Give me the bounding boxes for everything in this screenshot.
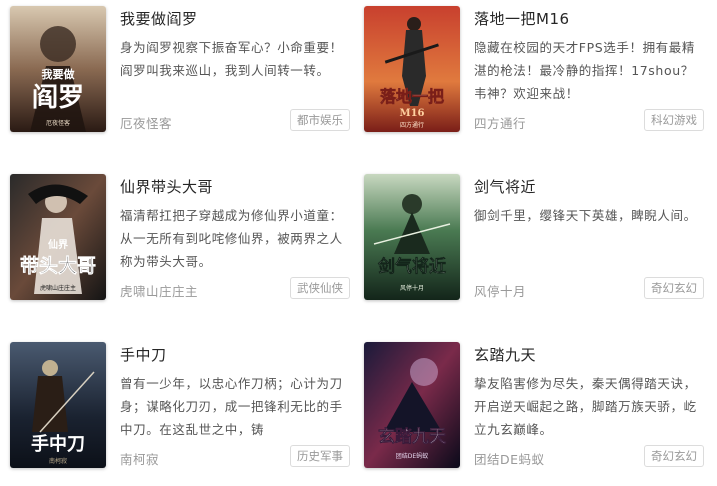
book-cover-image: 落地一把 M16 四方通行 (364, 6, 460, 132)
book-cover-image: 玄踏九天 团结DE蚂蚁 (364, 342, 460, 468)
book-card[interactable]: 我要做 阎罗 厄夜怪客 我要做阎罗 身为阎罗视察下振奋军心？小命重要！阎罗叫我来… (10, 6, 350, 136)
cover-author: 虎啸山庄庄主 (40, 284, 76, 292)
cover-author: 四方通行 (400, 121, 424, 129)
cover-title: 带头大哥 (20, 254, 96, 277)
book-cover[interactable]: 玄踏九天 团结DE蚂蚁 (364, 342, 460, 468)
book-description: 身为阎罗视察下振奋军心？小命重要！阎罗叫我来巡山，我到人间转一转。 (120, 40, 343, 78)
book-cover[interactable]: 落地一把 M16 四方通行 (364, 6, 460, 132)
book-card[interactable]: 玄踏九天 团结DE蚂蚁 玄踏九天 挚友陷害修为尽失，秦天偶得踏天诀，开启逆天崛起… (364, 342, 704, 472)
book-title[interactable]: 我要做阎罗 (120, 8, 198, 29)
cover-subtitle: M16 (400, 108, 425, 119)
book-author[interactable]: 虎啸山庄庄主 (120, 281, 198, 300)
cover-title: 手中刀 (31, 433, 85, 455)
book-description: 曾有一少年，以忠心作刀柄；心计为刀身；谋略化刀刃，成一把锋利无比的手中刀。在这乱… (120, 376, 343, 437)
cover-title: 玄踏九天 (378, 426, 447, 447)
book-card[interactable]: 剑气将近 风停十月 剑气将近 御剑千里，缨锋天下英雄，睥睨人间。 风停十月 奇幻… (364, 174, 704, 304)
book-cover-image: 剑气将近 风停十月 (364, 174, 460, 300)
book-description: 隐藏在校园的天才FPS选手！拥有最精湛的枪法！最冷静的指挥！17shou？韦神？… (474, 40, 695, 101)
book-category-tag[interactable]: 奇幻玄幻 (644, 445, 704, 467)
cover-title: 落地一把 (380, 87, 444, 106)
book-description: 御剑千里，缨锋天下英雄，睥睨人间。 (474, 208, 697, 223)
book-category-tag[interactable]: 科幻游戏 (644, 109, 704, 131)
book-author[interactable]: 风停十月 (474, 281, 526, 300)
book-title[interactable]: 剑气将近 (474, 176, 536, 197)
book-author[interactable]: 厄夜怪客 (120, 113, 172, 132)
cover-title: 剑气将近 (377, 256, 446, 277)
book-card[interactable]: 仙界 带头大哥 虎啸山庄庄主 仙界带头大哥 福清帮扛把子穿越成为修仙界小道童：从… (10, 174, 350, 304)
cover-title: 阎罗 (32, 83, 84, 113)
book-cover-image: 仙界 带头大哥 虎啸山庄庄主 (10, 174, 106, 300)
book-category-tag[interactable]: 奇幻玄幻 (644, 277, 704, 299)
book-description: 挚友陷害修为尽失，秦天偶得踏天诀，开启逆天崛起之路，脚踏万族天骄，屹立九玄巅峰。 (474, 376, 697, 437)
book-title[interactable]: 落地一把M16 (474, 8, 570, 29)
book-category-tag[interactable]: 武侠仙侠 (290, 277, 350, 299)
book-cover-image: 我要做 阎罗 厄夜怪客 (10, 6, 106, 132)
book-cover-image: 手中刀 南柯寂 (10, 342, 106, 468)
book-category-tag[interactable]: 都市娱乐 (290, 109, 350, 131)
cover-author: 团结DE蚂蚁 (396, 452, 428, 460)
cover-author: 风停十月 (400, 284, 424, 292)
book-title[interactable]: 仙界带头大哥 (120, 176, 213, 197)
book-cover[interactable]: 剑气将近 风停十月 (364, 174, 460, 300)
book-cover[interactable]: 我要做 阎罗 厄夜怪客 (10, 6, 106, 132)
book-description: 福清帮扛把子穿越成为修仙界小道童：从一无所有到叱咤修仙界，被两界之人称为带头大哥… (120, 208, 343, 269)
book-author[interactable]: 团结DE蚂蚁 (474, 449, 545, 468)
book-title[interactable]: 手中刀 (120, 344, 167, 365)
book-card[interactable]: 落地一把 M16 四方通行 落地一把M16 隐藏在校园的天才FPS选手！拥有最精… (364, 6, 704, 136)
book-grid: 我要做 阎罗 厄夜怪客 我要做阎罗 身为阎罗视察下振奋军心？小命重要！阎罗叫我来… (0, 0, 717, 486)
book-title[interactable]: 玄踏九天 (474, 344, 536, 365)
book-category-tag[interactable]: 历史军事 (290, 445, 350, 467)
book-author[interactable]: 四方通行 (474, 113, 526, 132)
book-author[interactable]: 南柯寂 (120, 449, 159, 468)
cover-author: 南柯寂 (49, 457, 67, 465)
cover-subtitle: 我要做 (42, 67, 76, 81)
book-card[interactable]: 手中刀 南柯寂 手中刀 曾有一少年，以忠心作刀柄；心计为刀身；谋略化刀刃，成一把… (10, 342, 350, 472)
cover-subtitle: 仙界 (48, 238, 68, 251)
book-cover[interactable]: 手中刀 南柯寂 (10, 342, 106, 468)
cover-author: 厄夜怪客 (46, 119, 70, 127)
book-cover[interactable]: 仙界 带头大哥 虎啸山庄庄主 (10, 174, 106, 300)
